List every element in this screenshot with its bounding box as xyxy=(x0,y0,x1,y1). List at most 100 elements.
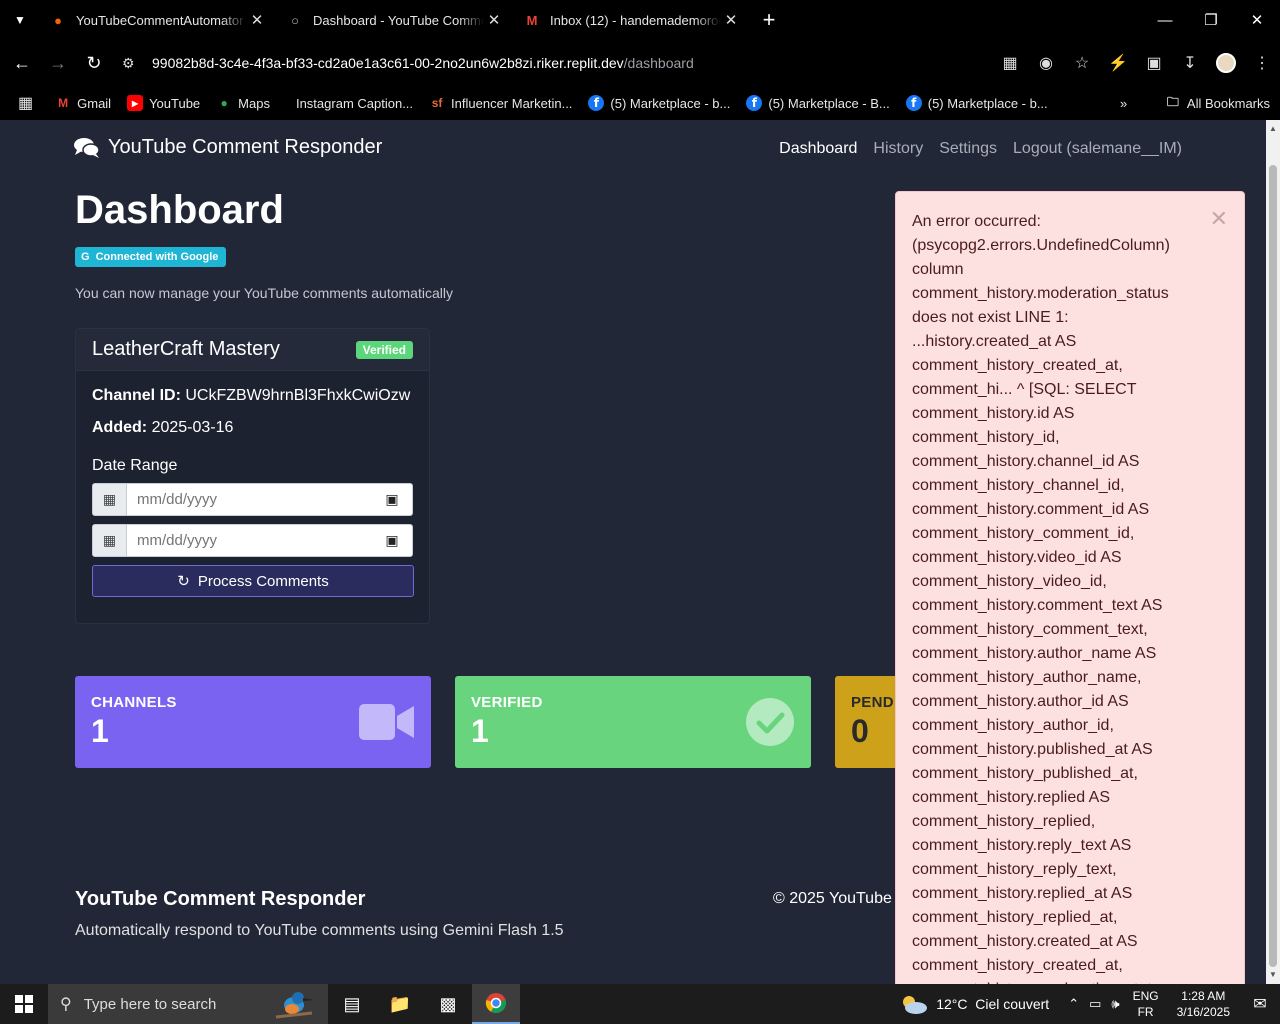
more-bookmarks-icon[interactable]: » xyxy=(1112,86,1135,120)
bookmark-star-icon[interactable]: ☆ xyxy=(1064,45,1100,81)
scroll-down-icon[interactable]: ▼ xyxy=(1266,968,1280,982)
reload-icon[interactable]: ↻ xyxy=(76,45,112,81)
translate-icon[interactable]: ▦ xyxy=(992,45,1028,81)
lang-bottom: FR xyxy=(1137,1005,1154,1019)
channel-card: LeatherCraft Mastery Verified Channel ID… xyxy=(75,328,430,624)
clock-date: 3/16/2025 xyxy=(1176,1005,1230,1019)
end-date-group: ▦ ▣ xyxy=(92,524,413,557)
nav-settings[interactable]: Settings xyxy=(939,140,997,158)
close-tab-icon[interactable]: ✕ xyxy=(247,11,267,29)
nav-dashboard[interactable]: Dashboard xyxy=(779,140,857,158)
comments-icon xyxy=(74,137,100,158)
calendar-icon: ▦ xyxy=(93,525,127,556)
taskbar-search[interactable]: ⚲ Type here to search xyxy=(48,984,328,1024)
end-date-input[interactable] xyxy=(127,525,372,556)
apps-grid-icon[interactable]: ▦ xyxy=(0,86,47,120)
refresh-icon: ↻ xyxy=(177,573,190,590)
download-icon[interactable]: ↧ xyxy=(1172,45,1208,81)
window-controls: — ❐ ✕ xyxy=(1142,0,1280,40)
bookmark-maps[interactable]: ● Maps xyxy=(208,86,278,120)
kingfisher-search-highlight-icon xyxy=(275,992,314,1019)
file-explorer-icon[interactable]: 📁 xyxy=(376,984,424,1024)
volume-icon[interactable]: 🕪 xyxy=(1111,996,1119,1012)
bookmark-instagram-caption[interactable]: Instagram Caption... xyxy=(278,86,421,120)
search-placeholder: Type here to search xyxy=(83,995,217,1013)
bookmark-label: Influencer Marketin... xyxy=(451,95,573,111)
google-icon: G xyxy=(81,251,90,263)
nav-history[interactable]: History xyxy=(873,140,923,158)
page-scrollbar[interactable]: ▲ ▼ xyxy=(1266,120,1280,984)
added-label: Added: xyxy=(92,419,148,436)
url-path: /dashboard xyxy=(623,55,694,71)
bookmark-marketplace-3[interactable]: f (5) Marketplace - b... xyxy=(898,86,1056,120)
menu-kebab-icon[interactable]: ⋮ xyxy=(1244,45,1280,81)
lang-top: ENG xyxy=(1132,989,1159,1003)
tab-search-chevron-icon[interactable]: ▼ xyxy=(0,0,40,40)
eye-icon[interactable]: ◉ xyxy=(1028,45,1064,81)
google-badge-label: Connected with Google xyxy=(95,251,219,263)
tab-inbox[interactable]: M Inbox (12) - handemademorocc ✕ xyxy=(514,0,751,40)
windows-start-icon[interactable] xyxy=(0,984,48,1024)
clock-time: 1:28 AM xyxy=(1181,989,1226,1003)
clock[interactable]: 1:28 AM 3/16/2025 xyxy=(1177,988,1230,1020)
tab-dashboard[interactable]: ○ Dashboard - YouTube Commen ✕ xyxy=(277,0,514,40)
site-info-icon[interactable]: ⚙ xyxy=(122,55,152,72)
bookmark-youtube[interactable]: ▶ YouTube xyxy=(119,86,208,120)
back-icon[interactable]: ← xyxy=(4,45,40,81)
date-picker-icon[interactable]: ▣ xyxy=(372,525,412,556)
top-nav: Dashboard History Settings Logout (salem… xyxy=(763,140,1182,158)
bookmarks-bar: ▦ M Gmail ▶ YouTube ● Maps Instagram Captio… xyxy=(0,86,1280,120)
close-alert-icon[interactable]: ✕ xyxy=(1210,208,1228,230)
facebook-icon: f xyxy=(588,95,605,111)
chevron-up-icon[interactable]: ⌃ xyxy=(1068,996,1079,1012)
url-bar[interactable]: ⚙ 99082b8d-3c4e-4f3a-bf33-cd2a0e1a3c61-0… xyxy=(122,45,952,81)
process-comments-button[interactable]: ↻ Process Comments xyxy=(92,565,414,597)
close-tab-icon[interactable]: ✕ xyxy=(484,11,504,29)
bookmark-marketplace-1[interactable]: f (5) Marketplace - b... xyxy=(580,86,738,120)
notifications-icon[interactable]: ✉ xyxy=(1240,994,1280,1014)
bolt-extension-icon[interactable]: ⚡ xyxy=(1100,45,1136,81)
scroll-up-icon[interactable]: ▲ xyxy=(1266,122,1280,136)
tab-youtube-comment-automator[interactable]: ● YouTubeCommentAutomator - ✕ xyxy=(40,0,277,40)
task-view-icon[interactable]: ▤ xyxy=(328,984,376,1024)
replit-icon: ● xyxy=(54,12,62,28)
bookmark-marketplace-2[interactable]: f (5) Marketplace - B... xyxy=(738,86,897,120)
tab-title: YouTubeCommentAutomator - xyxy=(76,12,247,28)
app-brand[interactable]: YouTube Comment Responder xyxy=(74,136,382,159)
footer-subtitle: Automatically respond to YouTube comment… xyxy=(75,922,564,939)
channel-id-label: Channel ID: xyxy=(92,387,181,404)
network-icon[interactable]: ▭ xyxy=(1089,996,1101,1012)
bookmark-influencer[interactable]: sf Influencer Marketin... xyxy=(421,86,580,120)
globe-icon: ○ xyxy=(291,12,299,28)
close-tab-icon[interactable]: ✕ xyxy=(721,11,741,29)
extensions-icon[interactable]: ▣ xyxy=(1136,45,1172,81)
forward-icon[interactable]: → xyxy=(40,45,76,81)
language-indicator[interactable]: ENG FR xyxy=(1133,988,1159,1020)
store-app-icon[interactable]: ▩ xyxy=(424,984,472,1024)
stat-card-channels: CHANNELS 1 xyxy=(75,676,431,768)
nav-logout[interactable]: Logout (salemane__IM) xyxy=(1013,140,1182,158)
channel-id-row: Channel ID: UCkFZBW9hrnBl3FhxkCwiOzw xyxy=(92,387,413,409)
minimize-icon[interactable]: — xyxy=(1142,0,1188,40)
channel-card-header: LeatherCraft Mastery Verified xyxy=(76,329,429,371)
start-date-input[interactable] xyxy=(127,484,372,515)
scrollbar-thumb[interactable] xyxy=(1269,165,1277,967)
date-picker-icon[interactable]: ▣ xyxy=(372,484,412,515)
folder-icon: 🗀 xyxy=(1166,94,1179,109)
chrome-taskbar-icon[interactable] xyxy=(472,984,520,1024)
new-tab-button[interactable]: + xyxy=(751,0,787,40)
footer-title: YouTube Comment Responder xyxy=(75,888,366,910)
bookmark-gmail[interactable]: M Gmail xyxy=(47,86,119,120)
restore-icon[interactable]: ❐ xyxy=(1188,0,1234,40)
all-bookmarks[interactable]: 🗀 All Bookmarks xyxy=(1157,86,1278,120)
status-badge: Verified xyxy=(355,340,413,359)
profile-avatar[interactable] xyxy=(1208,45,1244,81)
weather-widget[interactable]: 12°C Ciel couvert xyxy=(900,993,1049,1015)
weather-temp: 12°C xyxy=(936,996,968,1012)
google-connected-badge: G Connected with Google xyxy=(75,247,227,267)
close-window-icon[interactable]: ✕ xyxy=(1234,0,1280,40)
page-title: Dashboard xyxy=(75,188,284,232)
process-comments-label: Process Comments xyxy=(197,572,329,590)
page-subtitle: You can now manage your YouTube comments… xyxy=(75,285,453,301)
start-date-group: ▦ ▣ xyxy=(92,483,413,516)
